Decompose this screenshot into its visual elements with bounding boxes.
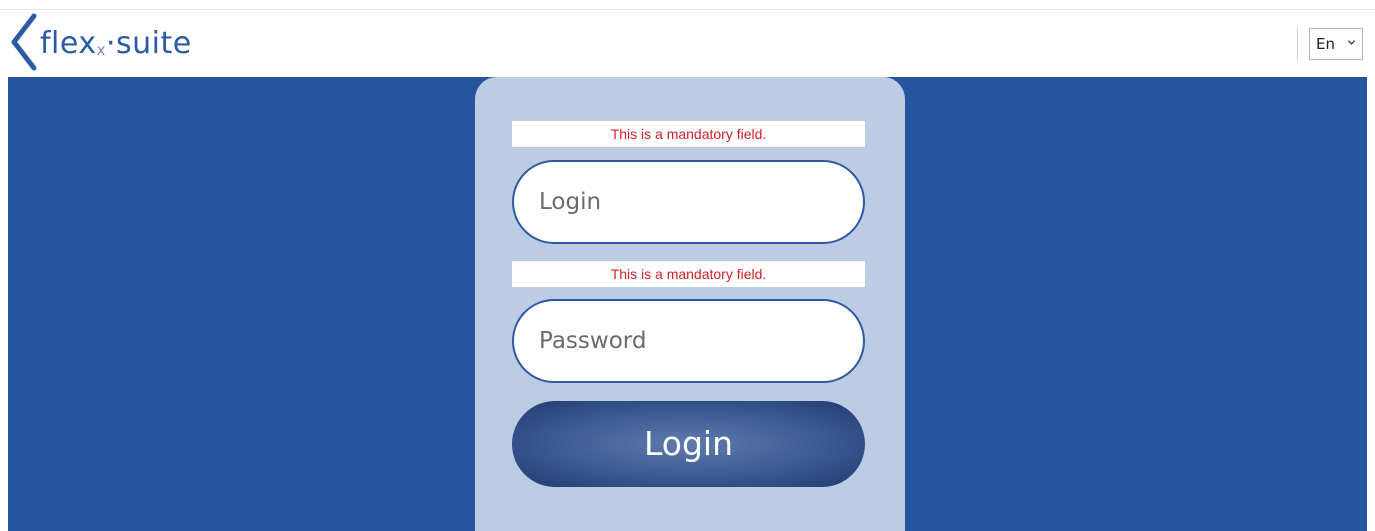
flexsuite-logo: flexx·suite [8,12,238,72]
login-error-message: This is a mandatory field. [512,121,865,147]
chevron-down-icon [1347,40,1356,45]
header-divider [0,9,1375,10]
logo-word-x: x [96,41,106,59]
language-select[interactable]: En [1309,28,1363,60]
logo-word-dot: · [105,26,117,61]
top-header: flexx·suite En [0,0,1375,77]
language-divider [1297,27,1298,61]
language-selected-value: En [1316,35,1335,53]
login-page: flexx·suite En This is a mandatory field… [0,0,1375,531]
password-input[interactable] [512,299,865,383]
logo-word-flex: flex [40,26,97,61]
login-input[interactable] [512,160,865,244]
login-button[interactable]: Login [512,401,865,487]
logo-word-suite: suite [116,26,192,61]
password-error-message: This is a mandatory field. [512,261,865,287]
logo-wordmark: flexx·suite [40,26,192,61]
